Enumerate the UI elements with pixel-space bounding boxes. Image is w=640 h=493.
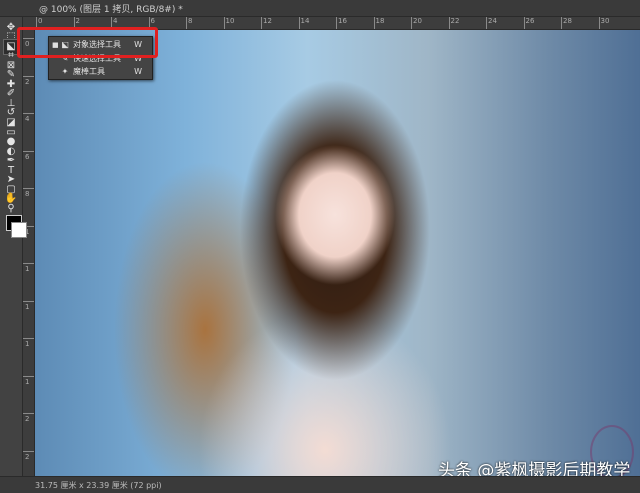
- ruler-tick: [261, 17, 262, 29]
- ruler-tick-label: 16: [338, 17, 347, 25]
- ruler-tick: [336, 17, 337, 29]
- ruler-tick-label: 28: [563, 17, 572, 25]
- ruler-tick: [22, 113, 34, 114]
- ruler-tick-label: 1: [25, 265, 30, 273]
- highlight-annotation: [17, 27, 158, 58]
- ruler-tick: [523, 17, 525, 29]
- ruler-tick-label: 8: [25, 190, 30, 198]
- ruler-tick: [22, 338, 34, 339]
- ruler-tick: [486, 17, 487, 29]
- ruler-tick-label: 20: [413, 17, 422, 25]
- ruler-tick: [186, 17, 187, 29]
- ruler-tick: [411, 17, 412, 29]
- ruler-tick: [22, 375, 34, 377]
- ruler-tick-label: 1: [25, 340, 30, 348]
- ruler-tick: [598, 17, 600, 29]
- ruler-tick: [561, 17, 562, 29]
- ruler-tick-label: 14: [300, 17, 310, 25]
- ruler-tick-label: 26: [525, 17, 535, 25]
- ruler-tick-label: 10: [225, 17, 235, 25]
- document-tab[interactable]: @ 100% (图层 1 拷贝, RGB/8#) *: [0, 0, 640, 17]
- flyout-item-2[interactable]: ✦ 魔棒工具 W: [49, 65, 152, 78]
- canvas-image[interactable]: [35, 30, 640, 476]
- ruler-tick-label: 4: [113, 17, 118, 25]
- ruler-tick: [373, 17, 375, 29]
- flyout-item-shortcut: W: [134, 67, 142, 76]
- ruler-tick-label: 0: [38, 17, 43, 25]
- ruler-tick-label: 22: [450, 17, 460, 25]
- ruler-tick: [223, 17, 225, 29]
- ruler-tick: [22, 413, 34, 414]
- ruler-tick-label: 18: [375, 17, 385, 25]
- ruler-tick-label: 2: [25, 415, 30, 423]
- document-tab-title: @ 100% (图层 1 拷贝, RGB/8#) *: [39, 5, 183, 15]
- ruler-tick-label: 1: [25, 377, 30, 386]
- ruler-tick-label: 2: [25, 77, 30, 86]
- document-size-readout[interactable]: 31.75 厘米 x 23.39 厘米 (72 ppi): [35, 480, 162, 491]
- ruler-tick-label: 4: [25, 115, 30, 123]
- ruler-tick-label: 24: [488, 17, 497, 25]
- ruler-tick: [22, 150, 34, 152]
- ruler-tick-label: 1: [25, 302, 30, 311]
- ruler-tick: [22, 263, 34, 264]
- ruler-tick-label: 2: [25, 452, 30, 461]
- flyout-item-label: 魔棒工具: [73, 67, 105, 76]
- tools-panel: ✥⬚⬕⌗⊠✎✚✐⊥↺◪▭●◐✒T➤▢✋⚲…: [0, 17, 27, 476]
- ruler-tick: [22, 300, 34, 302]
- background-color-swatch[interactable]: [11, 222, 27, 238]
- ruler-tick-label: 6: [150, 17, 155, 25]
- ruler-tick-label: 8: [188, 17, 193, 25]
- status-bar: 31.75 厘米 x 23.39 厘米 (72 ppi): [0, 476, 640, 493]
- ruler-tick-label: 2: [75, 17, 80, 25]
- flyout-item-icon: ✦: [61, 67, 69, 76]
- ruler-tick: [22, 75, 34, 77]
- ruler-tick: [22, 188, 34, 189]
- ruler-tick: [448, 17, 450, 29]
- ruler-tick-label: 6: [25, 152, 30, 161]
- ruler-tick: [22, 450, 34, 452]
- ruler-tick-label: 12: [263, 17, 272, 25]
- ruler-tick: [298, 17, 300, 29]
- ruler-vertical[interactable]: 024681111122: [22, 30, 35, 476]
- ruler-tick-label: 30: [600, 17, 610, 25]
